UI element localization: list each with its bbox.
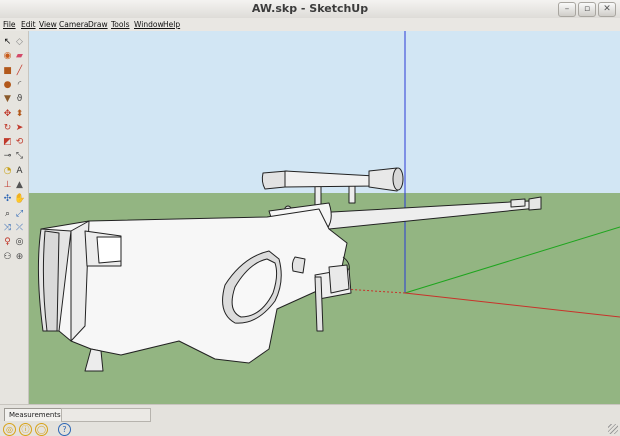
title-bar: AW.skp - SketchUp – ▫ ✕ <box>0 0 620 19</box>
rotate-icon[interactable]: ↻ <box>2 123 13 134</box>
push-pull-icon[interactable]: ⬍ <box>14 109 25 120</box>
model-canvas <box>29 31 620 404</box>
freehand-icon[interactable]: ϑ <box>14 94 25 105</box>
zoom-window-icon[interactable]: ⤢ <box>14 209 25 220</box>
menu-edit[interactable]: Edit <box>21 20 36 29</box>
maximize-button[interactable]: ▫ <box>578 2 596 17</box>
protractor-icon[interactable]: ◔ <box>2 166 13 177</box>
move-icon[interactable]: ✥ <box>2 109 13 120</box>
menu-draw[interactable]: Draw <box>88 20 108 29</box>
zoom-icon[interactable]: ⌕ <box>2 209 13 220</box>
position-camera-icon[interactable]: ♀ <box>2 237 13 248</box>
dimension-icon[interactable]: ⤡ <box>14 151 25 162</box>
make-component-icon[interactable]: ◇ <box>14 37 25 48</box>
measurements-label: Measurements <box>4 408 66 421</box>
status-bar: Measurements ◎ ⓘ ◯ ? <box>0 404 620 436</box>
window-title: AW.skp - SketchUp <box>251 2 369 15</box>
measurements-input[interactable] <box>61 408 151 422</box>
line-icon[interactable]: ╱ <box>14 66 25 77</box>
circle-icon[interactable]: ● <box>2 80 13 91</box>
help-icon[interactable]: ? <box>58 423 71 436</box>
geo-location-icon[interactable]: ◎ <box>3 423 16 436</box>
menu-camera[interactable]: Camera <box>59 20 88 29</box>
zoom-extents-icon[interactable]: ⤨ <box>2 223 13 234</box>
credits-icon[interactable]: ⓘ <box>19 423 32 436</box>
follow-me-icon[interactable]: ➤ <box>14 123 25 134</box>
menu-window[interactable]: Window <box>134 20 164 29</box>
large-tool-set: ↖ ◇ ◉ ▰ ■ ╱ ● ◜ ▼ ϑ ✥ ⬍ ↻ ➤ ◩ ⟲ ⊸ ⤡ ◔ A ⊥ ▲ ✣ ✋ ⌕ ⤢ ⤨ ⤫ ♀ ◎ ⚇ ⊕ <box>0 31 29 405</box>
resize-grip[interactable] <box>608 424 618 434</box>
select-icon[interactable]: ↖ <box>2 37 13 48</box>
polygon-icon[interactable]: ▼ <box>2 94 13 105</box>
model-viewport[interactable] <box>29 31 620 404</box>
menu-bar: File Edit View Camera Draw Tools Window … <box>0 18 620 31</box>
menu-tools[interactable]: Tools <box>111 20 129 29</box>
menu-help[interactable]: Help <box>163 20 180 29</box>
axes-icon[interactable]: ⊥ <box>2 180 13 191</box>
previous-view-icon[interactable]: ⤫ <box>14 223 25 234</box>
sky <box>29 31 620 193</box>
rectangle-icon[interactable]: ■ <box>2 66 13 77</box>
3d-text-icon[interactable]: ▲ <box>14 180 25 191</box>
user-icon[interactable]: ◯ <box>35 423 48 436</box>
walk-icon[interactable]: ⚇ <box>2 252 13 263</box>
offset-icon[interactable]: ⟲ <box>14 137 25 148</box>
tape-measure-icon[interactable]: ⊸ <box>2 151 13 162</box>
menu-file[interactable]: File <box>3 20 16 29</box>
text-icon[interactable]: A <box>14 166 25 177</box>
arc-icon[interactable]: ◜ <box>14 80 25 91</box>
menu-view[interactable]: View <box>39 20 57 29</box>
scale-icon[interactable]: ◩ <box>2 137 13 148</box>
paint-bucket-icon[interactable]: ◉ <box>2 51 13 62</box>
close-button[interactable]: ✕ <box>598 2 616 17</box>
eraser-icon[interactable]: ▰ <box>14 51 25 62</box>
pan-icon[interactable]: ✋ <box>14 194 25 205</box>
look-around-icon[interactable]: ◎ <box>14 237 25 248</box>
section-plane-icon[interactable]: ⊕ <box>14 252 25 263</box>
orbit-icon[interactable]: ✣ <box>2 194 13 205</box>
minimize-button[interactable]: – <box>558 2 576 17</box>
